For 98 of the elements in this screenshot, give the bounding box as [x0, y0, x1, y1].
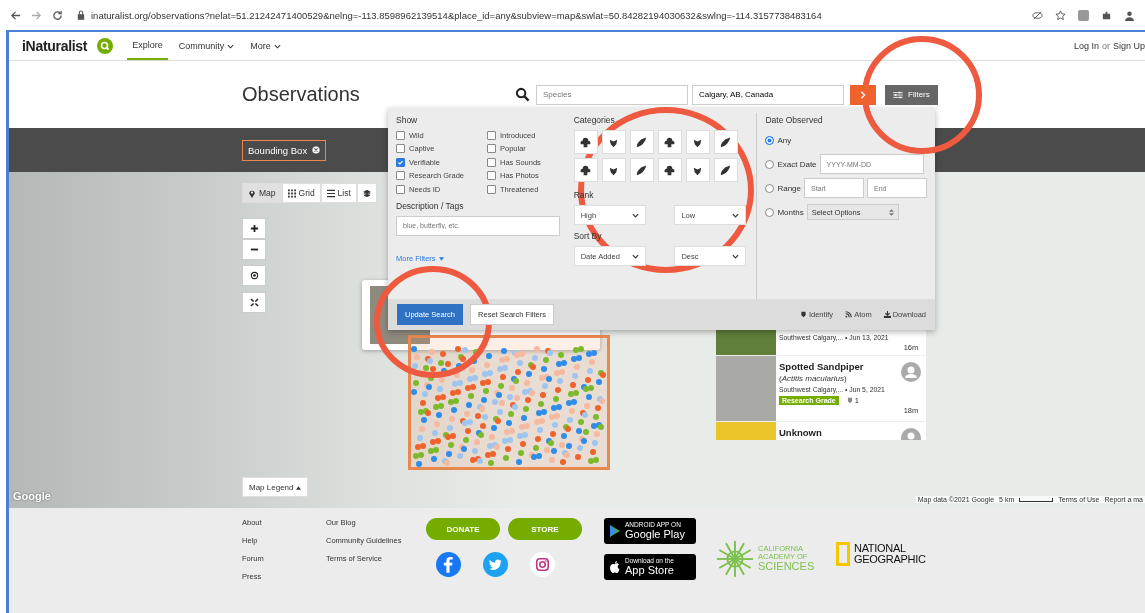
fullscreen-button[interactable]: [242, 292, 266, 313]
chevron-down-icon: [631, 212, 639, 218]
close-icon[interactable]: [312, 146, 321, 154]
layers-icon: [362, 188, 371, 198]
category-button[interactable]: [601, 130, 626, 154]
camera-icon[interactable]: [530, 552, 555, 577]
section-title: Show: [396, 115, 419, 125]
taxon-icon: [579, 163, 593, 177]
avatar-icon: [901, 362, 921, 382]
facebook-icon[interactable]: [436, 552, 461, 577]
location-field[interactable]: Calgary, AB, Canada: [692, 84, 844, 105]
scale-bar: [1019, 497, 1054, 502]
species-name: Unknown: [779, 427, 823, 438]
category-button[interactable]: [573, 158, 598, 182]
signup-link[interactable]: Sign Up: [1112, 41, 1145, 51]
species-name: Spotted Sandpiper: [779, 361, 865, 372]
category-button[interactable]: [713, 130, 738, 154]
address-bar[interactable]: inaturalist.org/observations?nelat=51.21242471400529&nelng=-113.8598962139514&place_id=any&subview=map&swlat=50.84282194030632&swlng=-114.3157738483164: [91, 9, 822, 21]
nav-link[interactable]: Explore: [127, 32, 168, 60]
extension-icon[interactable]: [1078, 9, 1089, 21]
view-tab[interactable]: List: [320, 183, 357, 203]
category-button[interactable]: [657, 158, 682, 182]
taxon-icon: [719, 135, 733, 149]
date-radio[interactable]: Any: [765, 135, 792, 145]
section-title: Description / Tags: [396, 200, 465, 211]
bird-icon[interactable]: [483, 552, 508, 577]
target-icon: [249, 271, 259, 280]
play-icon: [610, 525, 620, 537]
nav-link[interactable]: More: [245, 32, 286, 60]
taxon-icon: [579, 135, 593, 149]
caret-down-icon: [438, 256, 444, 261]
date-radio[interactable]: Range: [765, 183, 801, 193]
plus-icon: [249, 224, 259, 233]
search-icon[interactable]: [97, 38, 114, 54]
scientific-name: (Actitis macularius): [779, 374, 848, 383]
search-icon: [515, 87, 530, 102]
chevron-down-icon: [227, 43, 235, 49]
chevron-down-icon: [273, 43, 281, 49]
category-button[interactable]: [685, 158, 710, 182]
category-button[interactable]: [601, 158, 626, 182]
sort-arrows-icon: [888, 208, 894, 216]
view-tab[interactable]: Grid: [281, 183, 321, 203]
filters-button[interactable]: Filters: [885, 84, 938, 105]
filter-chip[interactable]: Bounding Box: [242, 139, 327, 161]
go-icon: [859, 90, 867, 99]
date-radio[interactable]: Months: [765, 207, 804, 217]
locate-button[interactable]: [242, 265, 266, 286]
category-button[interactable]: [629, 158, 654, 182]
nav-link[interactable]: Community: [173, 32, 240, 60]
taxon-icon: [635, 163, 649, 177]
eye-slash-icon[interactable]: [1032, 9, 1043, 21]
section-title: Categories: [573, 115, 616, 125]
category-button[interactable]: [573, 130, 598, 154]
pin-icon: [248, 188, 256, 198]
section-title: Date Observed: [765, 115, 824, 125]
date-radio[interactable]: Exact Date: [765, 159, 817, 169]
star-icon[interactable]: [1055, 9, 1066, 21]
category-button[interactable]: [713, 158, 738, 182]
zoom-in-button[interactable]: [242, 218, 266, 239]
fullscreen-icon: [249, 298, 259, 307]
map-logo: Google: [13, 490, 51, 502]
lock-icon: [77, 10, 85, 20]
login-link[interactable]: Log In: [1073, 41, 1099, 51]
chevron-down-icon: [732, 253, 740, 259]
puzzle-icon[interactable]: [1101, 9, 1112, 21]
category-button[interactable]: [629, 130, 654, 154]
shield-icon: [799, 311, 807, 318]
taxon-icon: [635, 135, 649, 149]
category-button[interactable]: [657, 130, 682, 154]
download-icon: [883, 311, 891, 318]
check-icon: [397, 158, 404, 166]
taxon-icon: [663, 135, 677, 149]
site-logo[interactable]: iNaturalist: [22, 38, 88, 54]
view-tab[interactable]: Map: [242, 183, 282, 203]
or-text: or: [1101, 41, 1110, 51]
sliders-icon: [893, 90, 903, 99]
species-field[interactable]: Species: [536, 84, 688, 105]
layers-button[interactable]: [356, 183, 377, 203]
map-legend-button[interactable]: Map Legend: [242, 477, 309, 497]
starburst-icon: [716, 540, 754, 578]
apple-icon: [610, 561, 620, 573]
chevron-down-icon: [732, 212, 740, 218]
page-title: Observations: [242, 83, 361, 106]
grid-icon: [287, 188, 296, 198]
chevron-down-icon: [631, 253, 639, 259]
avatar-icon[interactable]: [1124, 9, 1135, 21]
rss-icon: [845, 311, 853, 318]
natgeo-logo[interactable]: NATIONAL GEOGRAPHIC: [836, 542, 926, 566]
shield-icon: [846, 397, 853, 404]
go-button[interactable]: [850, 84, 876, 105]
category-button[interactable]: [685, 130, 710, 154]
list-icon: [326, 188, 335, 198]
observation-row[interactable]: Unknown: [716, 422, 926, 440]
taxon-icon: [719, 163, 733, 177]
reload-icon[interactable]: [52, 9, 63, 21]
taxon-icon: [663, 163, 677, 177]
caret-up-icon: [296, 485, 302, 490]
back-icon[interactable]: [10, 9, 21, 21]
